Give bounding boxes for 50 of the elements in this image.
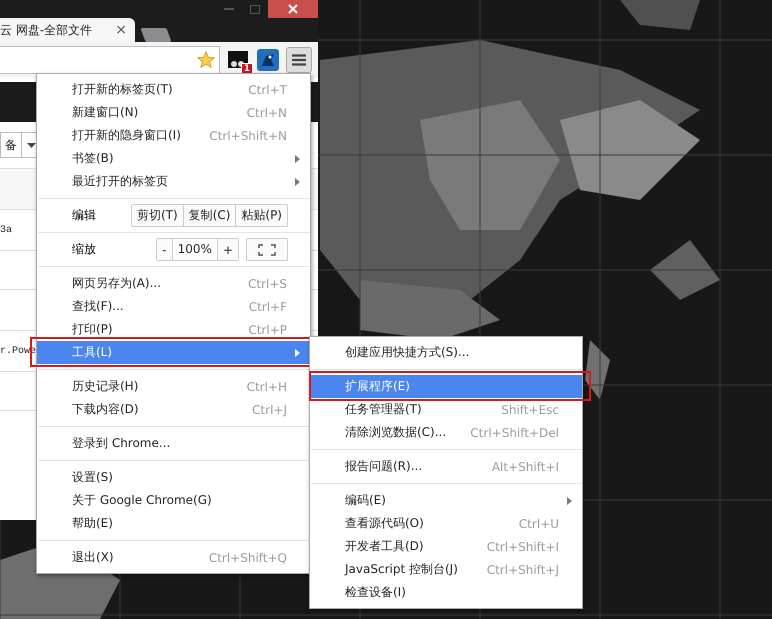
close-button[interactable]: [268, 0, 318, 18]
menu-label: 编辑: [72, 207, 97, 224]
submenu-arrow-icon: [295, 154, 300, 162]
menu-item[interactable]: 关于 Google Chrome(G): [37, 489, 310, 512]
menu-item[interactable]: 打印(P) Ctrl+P: [37, 318, 310, 341]
star-icon[interactable]: [197, 51, 215, 69]
menu-item[interactable]: 网页另存为(A)... Ctrl+S: [37, 272, 310, 295]
bird-icon[interactable]: [256, 48, 280, 72]
menu-item[interactable]: 扩展程序(E): [310, 375, 582, 398]
menu-icon: [292, 54, 306, 66]
menu-label: 缩放: [72, 241, 97, 258]
menu-item[interactable]: 创建应用快捷方式(S)...: [310, 341, 582, 364]
close-icon: [288, 4, 298, 14]
menu-item[interactable]: 帮助(E): [37, 512, 310, 535]
menu-item[interactable]: 检查设备(I): [310, 581, 582, 604]
menu-item[interactable]: 打开新的标签页(T) Ctrl+T: [37, 78, 310, 101]
menu-item[interactable]: 查看源代码(O) Ctrl+U: [310, 512, 582, 535]
maximize-icon: [250, 4, 260, 14]
menu-item[interactable]: 新建窗口(N) Ctrl+N: [37, 101, 310, 124]
caret-icon: [26, 142, 36, 148]
menu-item[interactable]: 退出(X) Ctrl+Shift+Q: [37, 546, 310, 569]
submenu-arrow-icon: [567, 496, 572, 504]
menu-item[interactable]: 工具(L): [37, 341, 310, 364]
zoom-in-button[interactable]: +: [216, 239, 238, 260]
menu-item[interactable]: 报告问题(R)... Alt+Shift+I: [310, 455, 582, 478]
edit-button[interactable]: 复制(C): [182, 205, 236, 226]
fullscreen-button[interactable]: [246, 238, 288, 261]
menu-item[interactable]: 查找(F)... Ctrl+F: [37, 295, 310, 318]
browser-tab[interactable]: 云 网盘-全部文件 ×: [0, 18, 135, 42]
menu-item[interactable]: 开发者工具(D) Ctrl+Shift+I: [310, 535, 582, 558]
minimize-icon: [224, 8, 234, 10]
menu-item[interactable]: 最近打开的标签页: [37, 170, 310, 193]
menu-item[interactable]: 下载内容(D) Ctrl+J: [37, 398, 310, 421]
menu-item[interactable]: 设置(S): [37, 466, 310, 489]
menu-item[interactable]: 清除浏览数据(C)... Ctrl+Shift+Del: [310, 421, 582, 444]
new-tab-button[interactable]: [140, 28, 172, 42]
menu-button[interactable]: [286, 47, 312, 73]
menu-item[interactable]: 登录到 Chrome...: [37, 432, 310, 455]
address-bar[interactable]: [0, 46, 220, 74]
submenu-arrow-icon: [295, 178, 300, 186]
zoom-out-button[interactable]: -: [157, 239, 172, 260]
menu-item[interactable]: 历史记录(H) Ctrl+H: [37, 375, 310, 398]
edit-button[interactable]: 粘贴(P): [235, 205, 287, 226]
menu-item[interactable]: 任务管理器(T) Shift+Esc: [310, 398, 582, 421]
table-cell: 3a: [0, 224, 12, 236]
menu-item[interactable]: JavaScript 控制台(J) Ctrl+Shift+J: [310, 558, 582, 581]
submenu-arrow-icon: [295, 348, 300, 356]
menu-item[interactable]: 编码(E): [310, 489, 582, 512]
edit-button[interactable]: 剪切(T): [132, 205, 183, 226]
fullscreen-icon: [258, 244, 276, 256]
